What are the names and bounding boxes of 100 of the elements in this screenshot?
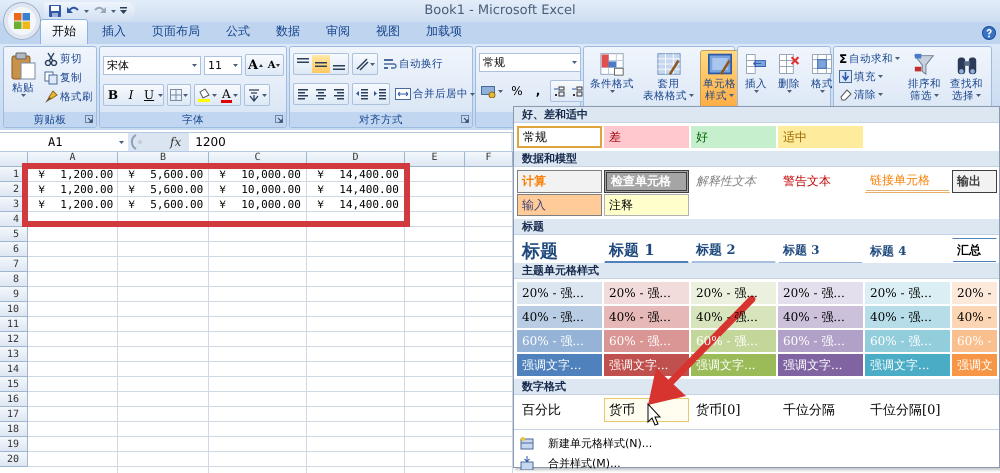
comma-style-button[interactable]: , — [529, 82, 547, 100]
scissors-icon — [44, 52, 58, 66]
row-header[interactable]: 9 — [0, 287, 28, 302]
borders-button[interactable] — [168, 86, 190, 104]
toolbar-button[interactable]: 格式刷 — [42, 88, 95, 105]
row-header[interactable]: 13 — [0, 347, 28, 362]
cell-style-item[interactable]: 货币[0] — [691, 398, 776, 422]
underline-button[interactable]: U — [140, 86, 158, 104]
toolbar-button[interactable]: 填充 — [837, 68, 902, 85]
cell-style-item[interactable]: 强调文字... — [604, 354, 689, 376]
toolbar-button[interactable]: 复制 — [42, 69, 95, 86]
eraser-icon — [839, 88, 852, 101]
font-name-field[interactable]: 宋体 — [103, 56, 201, 74]
cell-style-item[interactable]: 警告文本 — [778, 170, 863, 193]
column-header[interactable]: E — [405, 152, 465, 167]
help-icon[interactable] — [982, 26, 996, 40]
ribbon-tab[interactable]: 视图 — [364, 19, 412, 44]
name-box[interactable]: A1 — [0, 133, 128, 151]
row-header[interactable]: 16 — [0, 392, 28, 407]
cell-style-item[interactable]: 差 — [604, 126, 689, 148]
toolbar-button[interactable]: 清除 — [837, 86, 902, 103]
dialog-launcher-icon[interactable] — [461, 115, 469, 123]
ribbon-tab[interactable]: 页面布局 — [140, 19, 212, 44]
ribbon-tab[interactable]: 数据 — [264, 19, 312, 44]
section-header: 数据和模型 — [522, 151, 577, 166]
italic-button[interactable]: I — [122, 86, 140, 104]
toolbar-button[interactable]: 自动换行 — [381, 56, 445, 72]
ribbon-tab[interactable]: 插入 — [90, 19, 138, 44]
menu-item[interactable]: 新建单元格样式(N)... — [514, 433, 999, 453]
row-header[interactable]: 12 — [0, 332, 28, 347]
number-format-field[interactable]: 常规 — [479, 53, 581, 72]
cell-style-item[interactable]: 适中 — [778, 126, 863, 148]
cell-style-item[interactable]: 千位分隔[0] — [865, 398, 950, 422]
bold-button[interactable]: B — [104, 86, 122, 104]
shrink-font-button[interactable]: A — [265, 56, 284, 74]
row-header[interactable]: 5 — [0, 227, 28, 242]
grow-font-button[interactable]: A — [246, 56, 266, 74]
row-header[interactable]: 7 — [0, 257, 28, 272]
formula-field[interactable]: 1200 — [189, 133, 512, 151]
column-header[interactable]: F — [465, 152, 513, 167]
ribbon-tab[interactable]: 加载项 — [414, 19, 474, 44]
row-header[interactable]: 19 — [0, 437, 28, 452]
ribbon-tab[interactable]: 开始 — [40, 19, 88, 44]
row-header[interactable]: 11 — [0, 317, 28, 332]
toolbar-button[interactable]: 合并后居中 — [393, 86, 477, 102]
middle-align-icon — [315, 62, 327, 66]
cell-style-item[interactable]: 标题 — [517, 238, 602, 264]
cell-style-item[interactable]: 20% - 强... — [691, 282, 776, 304]
cell-style-item[interactable]: 20% - — [952, 282, 997, 304]
menu-item[interactable]: 合并样式(M)... — [514, 453, 999, 473]
dialog-launcher-icon[interactable] — [275, 115, 283, 123]
ribbon-tab[interactable]: 公式 — [214, 19, 262, 44]
cell-style-item[interactable]: 好 — [691, 126, 776, 148]
dialog-launcher-icon[interactable] — [85, 115, 93, 123]
ribbon-button[interactable]: 插入 — [741, 50, 771, 109]
cell-style-item[interactable]: 百分比 — [517, 398, 602, 422]
cell-style-item[interactable]: 20% - 强... — [778, 282, 863, 304]
caret-icon — [572, 61, 577, 64]
cell-style-item[interactable]: 强调文字... — [517, 354, 602, 376]
ribbon-button[interactable]: 排序和 筛选 — [905, 50, 944, 109]
cell-style-item[interactable]: 40% - 强... — [604, 306, 689, 328]
cell-style-item[interactable]: 标题 4 — [865, 238, 950, 264]
cell-style-item[interactable]: 20% - 强... — [604, 282, 689, 304]
cell-style-item[interactable]: 40% - — [952, 306, 997, 328]
row-header[interactable]: 10 — [0, 302, 28, 317]
merge-styles-icon — [520, 456, 534, 470]
cell-style-item[interactable]: 40% - 强... — [517, 306, 602, 328]
font-size-field[interactable]: 11 — [204, 56, 242, 74]
toolbar-button[interactable]: Σ 自动求和 — [837, 50, 902, 67]
row-header[interactable]: 17 — [0, 407, 28, 422]
align-button[interactable] — [312, 55, 330, 73]
caret-icon — [689, 94, 694, 96]
cell-style-item[interactable]: 注释 — [604, 194, 689, 216]
cell-style-item[interactable]: 20% - 强... — [865, 282, 950, 304]
cell-style-item[interactable]: 40% - 强... — [865, 306, 950, 328]
mouse-cursor-icon — [648, 402, 662, 426]
caret-icon — [233, 64, 238, 66]
percent-button[interactable]: % — [508, 82, 526, 100]
row-header[interactable]: 20 — [0, 452, 28, 467]
ribbon-button[interactable]: 粘贴 — [7, 50, 39, 109]
wrap-text-icon — [383, 57, 397, 71]
fill-color-button[interactable] — [195, 86, 219, 104]
row-header[interactable]: 15 — [0, 377, 28, 392]
cell-style-item[interactable]: 20% - 强... — [517, 282, 602, 304]
cell-style-item[interactable]: 千位分隔 — [778, 398, 863, 422]
cell-style-item[interactable]: 40% - 强... — [778, 306, 863, 328]
cell-style-item[interactable]: 强调文字... — [778, 354, 863, 376]
cell-style-item[interactable]: 输出 — [952, 170, 997, 193]
toolbar-button[interactable]: 剪切 — [42, 50, 95, 67]
select-all-corner[interactable] — [0, 152, 28, 167]
row-header[interactable]: 18 — [0, 422, 28, 437]
row-header[interactable]: 8 — [0, 272, 28, 287]
insert-function-button[interactable]: fx — [170, 135, 182, 149]
cell-style-item[interactable]: 输入 — [517, 194, 602, 216]
cell-style-item[interactable]: 常规 — [517, 126, 602, 148]
ribbon-button[interactable]: 单元格 样式 — [700, 50, 739, 109]
row-header[interactable]: 14 — [0, 362, 28, 377]
cell-style-item[interactable]: 解释性文本 — [691, 170, 776, 193]
ribbon-tab[interactable]: 审阅 — [314, 19, 362, 44]
row-header[interactable]: 6 — [0, 242, 28, 257]
